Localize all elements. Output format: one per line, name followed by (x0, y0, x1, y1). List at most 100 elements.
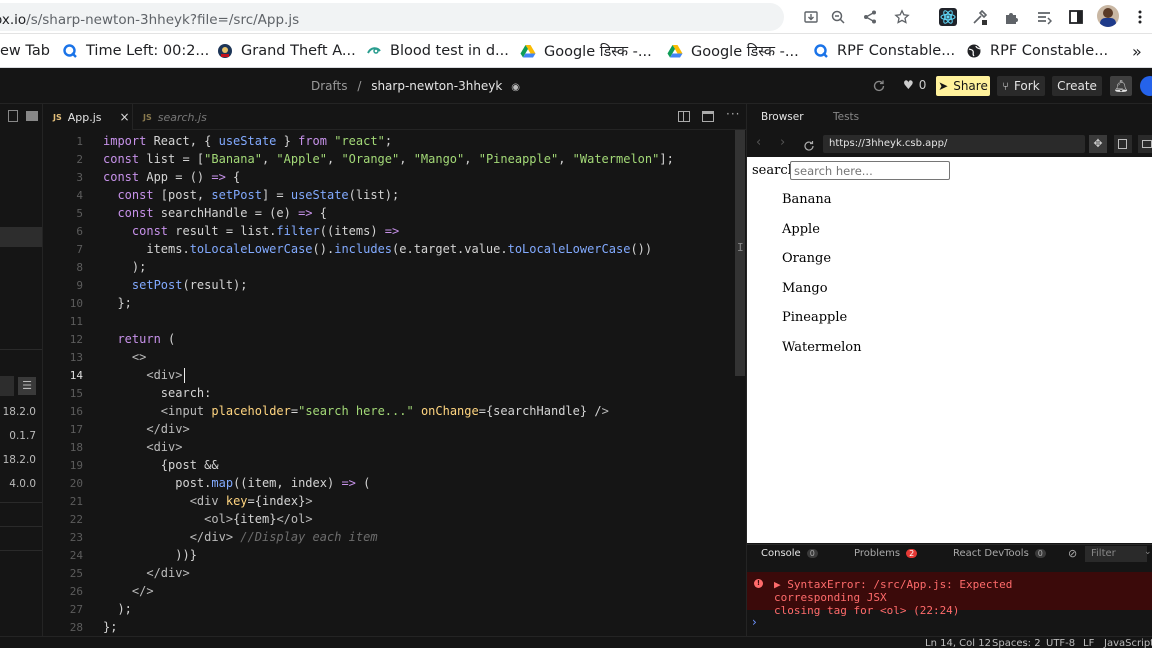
search-input[interactable] (790, 161, 950, 180)
preview-window-icon[interactable] (702, 111, 714, 122)
filter-chevron-icon[interactable]: ⌄ (1144, 547, 1152, 557)
tab-label: search.js (157, 110, 207, 124)
selected-file-row[interactable] (0, 227, 42, 247)
code-line[interactable]: const searchHandle = (e) => { (103, 206, 327, 220)
tab-browser[interactable]: Browser (761, 111, 804, 123)
forward-icon[interactable]: › (780, 135, 785, 150)
tab-tests[interactable]: Tests (833, 111, 859, 123)
code-line[interactable]: search: (103, 386, 212, 400)
bookmark-new-tab[interactable]: ew Tab (0, 40, 50, 62)
code-line[interactable]: post.map((item, index) => ( (103, 476, 370, 490)
code-line[interactable]: </div> //Display each item (103, 530, 378, 544)
reading-list-icon[interactable] (1032, 5, 1056, 29)
code-line[interactable]: const list = ["Banana", "Apple", "Orange… (103, 152, 674, 166)
line-ending[interactable]: LF (1083, 638, 1094, 648)
code-line[interactable]: <> (103, 350, 146, 364)
breadcrumb-drafts[interactable]: Drafts (311, 79, 348, 93)
code-line[interactable]: const result = list.filter((items) => (103, 224, 399, 238)
public-globe-icon: ◉ (511, 82, 520, 93)
code-line[interactable]: const App = () => { (103, 170, 240, 184)
code-line[interactable]: </div> (103, 566, 189, 580)
tab-close-icon[interactable]: × (120, 110, 130, 124)
split-editor-icon[interactable] (678, 111, 690, 122)
bookmarks-overflow-icon[interactable]: » (1132, 40, 1142, 62)
like-button[interactable]: ♥ 0 (903, 78, 926, 92)
bookmark-rpf-1[interactable]: RPF Constable... (813, 40, 955, 62)
code-line[interactable]: import React, { useState } from "react"; (103, 134, 392, 148)
code-line[interactable]: </div> (103, 422, 189, 436)
search-field-stub[interactable] (0, 376, 14, 396)
app-header: Drafts / sharp-newton-3hheyk ◉ ♥ 0 ➤ Shar… (0, 68, 1152, 104)
encoding[interactable]: UTF-8 (1046, 638, 1075, 648)
code-line[interactable]: }; (103, 296, 131, 310)
zoom-icon[interactable] (826, 5, 850, 29)
open-devtools-icon[interactable]: ✥ (1089, 135, 1107, 153)
language-mode[interactable]: JavaScript (1104, 638, 1152, 648)
cursor-position[interactable]: Ln 14, Col 12 (925, 638, 991, 648)
bookmarks-bar: ew Tab Time Left: 00:2... Grand Theft A.… (0, 34, 1152, 68)
bookmark-blood-test[interactable]: Blood test in d... (366, 40, 509, 62)
code-line[interactable]: </> (103, 584, 154, 598)
install-icon[interactable] (799, 5, 823, 29)
copy-url-icon[interactable] (1114, 135, 1132, 153)
open-new-window-icon[interactable] (1138, 135, 1152, 153)
create-button[interactable]: Create (1052, 76, 1102, 96)
bookmark-gta[interactable]: Grand Theft A... (217, 40, 356, 62)
line-number: 1 (76, 135, 83, 148)
bookmark-rpf-2[interactable]: RPF Constable... (966, 40, 1108, 62)
tab-search-js[interactable]: JS search.js (133, 104, 223, 130)
color-picker-icon[interactable] (968, 5, 992, 29)
console-prompt-icon[interactable]: › (752, 615, 757, 629)
line-number: 14 (69, 369, 83, 382)
bookmark-google-drive-2[interactable]: Google डिस्क -... (667, 40, 799, 62)
react-devtools-icon[interactable] (936, 5, 960, 29)
tab-react-devtools[interactable]: React DevTools 0 (953, 548, 1046, 559)
code-line[interactable]: setPost(result); (103, 278, 248, 292)
clear-console-icon[interactable]: ⊘ (1068, 547, 1077, 560)
indentation[interactable]: Spaces: 2 (992, 638, 1041, 648)
error-message[interactable]: ▶ SyntaxError: /src/App.js: Expected cor… (774, 578, 1104, 617)
url-text[interactable]: ox.io/s/sharp-newton-3hheyk?file=/src/Ap… (0, 12, 299, 28)
tab-problems[interactable]: Problems 2 (854, 548, 918, 559)
file-icon[interactable] (8, 110, 18, 122)
back-icon[interactable]: ‹ (756, 135, 761, 150)
project-name[interactable]: sharp-newton-3hheyk (371, 79, 502, 93)
refresh-icon[interactable] (872, 78, 886, 92)
code-line[interactable]: <div> (103, 368, 182, 382)
bookmark-google-drive-1[interactable]: Google डिस्क -... (520, 40, 652, 62)
share-icon[interactable] (858, 5, 882, 29)
code-line[interactable]: }; (103, 620, 117, 634)
code-line[interactable]: ); (103, 602, 131, 616)
code-editor[interactable]: 1 import React, { useState } from "react"… (43, 130, 746, 636)
code-line[interactable]: <div> (103, 440, 182, 454)
notifications-button[interactable]: 🔔︎ (1110, 76, 1132, 96)
tab-console[interactable]: Console 0 (761, 548, 818, 559)
list-view-icon[interactable]: ☰ (18, 377, 36, 395)
user-avatar[interactable] (1140, 76, 1152, 96)
extensions-icon[interactable] (1000, 5, 1024, 29)
more-options-icon[interactable]: ··· (726, 107, 740, 121)
preview-url-field[interactable]: https://3hheyk.csb.app/ (823, 135, 1085, 153)
bookmark-time-left[interactable]: Time Left: 00:2... (62, 40, 209, 62)
code-line[interactable]: {post && (103, 458, 219, 472)
tab-app-js[interactable]: JS App.js × (43, 104, 133, 130)
console-filter-input[interactable]: Filter (1085, 546, 1147, 562)
folder-icon[interactable] (26, 111, 38, 121)
bookmark-star-icon[interactable] (890, 5, 914, 29)
side-panel-icon[interactable] (1064, 5, 1088, 29)
code-line[interactable]: <ol>{item}</ol> (103, 512, 312, 526)
code-line[interactable]: ))} (103, 548, 197, 562)
profile-avatar[interactable] (1097, 5, 1119, 27)
code-line[interactable]: ); (103, 260, 146, 274)
share-button[interactable]: ➤ Share (936, 76, 990, 96)
divider (0, 502, 42, 503)
code-line[interactable]: const [post, setPost] = useState(list); (103, 188, 399, 202)
code-line[interactable]: return ( (103, 332, 175, 346)
code-line[interactable]: <div key={index}> (103, 494, 313, 508)
url-field[interactable]: ox.io/s/sharp-newton-3hheyk?file=/src/Ap… (0, 3, 910, 31)
fork-button[interactable]: ⑂ Fork (997, 76, 1045, 96)
preview-refresh-icon[interactable] (803, 137, 815, 151)
code-line[interactable]: items.toLocaleLowerCase().includes(e.tar… (103, 242, 652, 256)
code-line[interactable]: <input placeholder="search here..." onCh… (103, 404, 609, 418)
chrome-menu-icon[interactable] (1128, 5, 1152, 29)
